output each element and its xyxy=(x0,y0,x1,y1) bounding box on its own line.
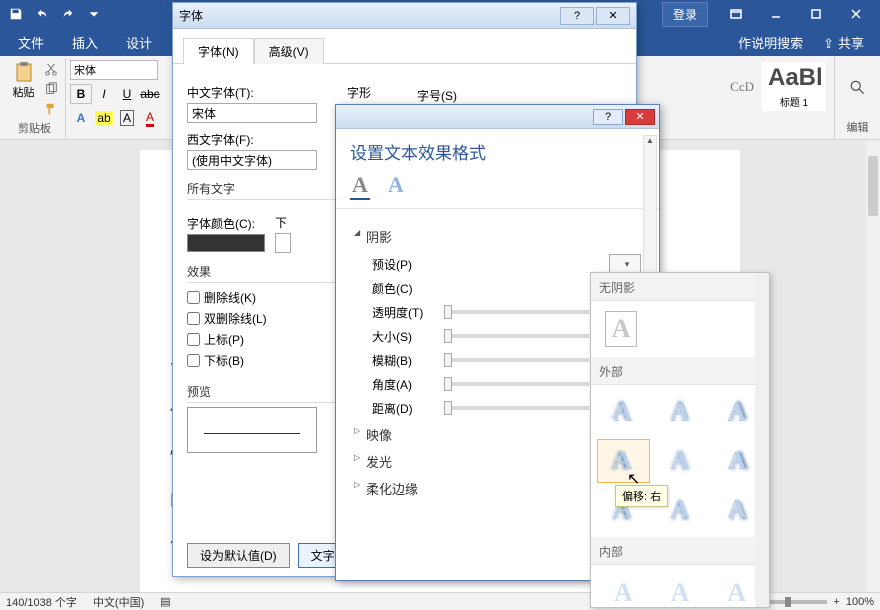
save-button[interactable] xyxy=(4,3,28,25)
close-button[interactable] xyxy=(836,0,876,28)
vertical-scrollbar[interactable] xyxy=(866,140,880,592)
blur-label: 模糊(B) xyxy=(372,352,436,369)
shadow-preset-picker[interactable] xyxy=(609,254,641,274)
share-button[interactable]: ⇪共享 xyxy=(823,33,864,52)
font-color-button[interactable]: A xyxy=(139,108,161,128)
minimize-button[interactable] xyxy=(756,0,796,28)
size-label: 大小(S) xyxy=(372,328,436,345)
transparency-slider[interactable] xyxy=(444,310,589,314)
slider-knob[interactable] xyxy=(444,377,452,391)
style-preview-small: CcD xyxy=(730,79,754,95)
slider-knob[interactable] xyxy=(444,329,452,343)
strikethrough-button[interactable]: abc xyxy=(139,84,161,104)
tef-close-button[interactable]: ✕ xyxy=(625,109,655,125)
tef-shadow-section[interactable]: 阴影 xyxy=(354,227,641,246)
copy-button[interactable] xyxy=(41,80,61,98)
advanced-tab[interactable]: 高级(V) xyxy=(254,38,324,64)
font-dialog-titlebar[interactable]: 字体 ? ✕ xyxy=(173,3,636,29)
font-tab[interactable]: 字体(N) xyxy=(183,38,254,64)
underline-style-label: 下 xyxy=(275,214,291,231)
find-button[interactable] xyxy=(847,78,869,98)
preset-outer-2[interactable]: A xyxy=(654,391,707,435)
paste-button[interactable]: 粘贴 xyxy=(8,60,39,100)
scroll-up-button[interactable]: ▲ xyxy=(644,136,656,148)
outer-shadow-header: 外部 xyxy=(591,357,769,385)
set-default-button[interactable]: 设为默认值(D) xyxy=(187,543,290,568)
preset-inner-1[interactable]: A xyxy=(597,571,650,608)
redo-button[interactable] xyxy=(56,3,80,25)
italic-button[interactable]: I xyxy=(93,84,115,104)
tef-mode-fill-outline[interactable]: A xyxy=(350,172,370,200)
inner-shadow-header: 内部 xyxy=(591,537,769,565)
preset-inner-2[interactable]: A xyxy=(654,571,707,608)
tef-titlebar[interactable]: ? ✕ xyxy=(336,105,659,129)
zoom-in-button[interactable]: + xyxy=(833,596,839,608)
preset-no-shadow[interactable]: A xyxy=(597,307,645,351)
slider-knob[interactable] xyxy=(444,401,452,415)
tell-me-search[interactable]: 作说明搜索 xyxy=(738,33,803,52)
login-button[interactable]: 登录 xyxy=(662,2,708,27)
slider-knob[interactable] xyxy=(444,353,452,367)
format-painter-button[interactable] xyxy=(41,100,61,118)
tab-design[interactable]: 设计 xyxy=(112,27,166,58)
font-size-label: 字号(S) xyxy=(417,87,457,104)
slider-knob[interactable] xyxy=(444,305,452,319)
zoom-handle[interactable] xyxy=(785,597,791,607)
font-color-picker[interactable] xyxy=(187,234,265,252)
preset-tooltip: 偏移: 右 xyxy=(615,485,668,507)
ribbon-display-options-button[interactable] xyxy=(716,0,756,28)
flyout-scrollbar[interactable] xyxy=(755,273,769,607)
no-shadow-header: 无阴影 xyxy=(591,273,769,301)
font-name-combo[interactable] xyxy=(70,60,158,80)
font-preview-box xyxy=(187,407,317,453)
color-label: 颜色(C) xyxy=(372,280,436,297)
edit-group-label: 编辑 xyxy=(839,117,876,137)
tab-file[interactable]: 文件 xyxy=(4,27,58,58)
qat-customize-button[interactable] xyxy=(82,3,106,25)
page-count-status[interactable]: 140/1038 个字 xyxy=(6,594,77,610)
cn-font-label: 中文字体(T): xyxy=(187,84,317,101)
clipboard-group-label: 剪贴板 xyxy=(8,118,61,138)
distance-label: 距离(D) xyxy=(372,400,436,417)
bold-button[interactable]: B xyxy=(70,84,92,104)
charshading-button[interactable]: A xyxy=(116,108,138,128)
transparency-label: 透明度(T) xyxy=(372,304,436,321)
tab-insert[interactable]: 插入 xyxy=(58,27,112,58)
preset-outer-4[interactable]: A xyxy=(597,439,650,483)
angle-slider[interactable] xyxy=(444,382,589,386)
zoom-level[interactable]: 100% xyxy=(846,596,874,608)
preset-label: 预设(P) xyxy=(372,256,436,273)
track-changes-icon[interactable]: ▤ xyxy=(160,595,170,608)
tef-mode-text-effects[interactable]: A xyxy=(388,172,404,200)
highlight-button[interactable]: ab xyxy=(93,108,115,128)
undo-button[interactable] xyxy=(30,3,54,25)
font-dialog-title: 字体 xyxy=(179,7,203,24)
size-slider[interactable] xyxy=(444,334,589,338)
text-effect-button[interactable]: A xyxy=(70,108,92,128)
style-heading1-preview[interactable]: AaBl 标题 1 xyxy=(762,62,826,111)
preset-outer-1[interactable]: A xyxy=(597,391,650,435)
dialog-help-button[interactable]: ? xyxy=(560,7,594,25)
angle-label: 角度(A) xyxy=(372,376,436,393)
we-font-input[interactable] xyxy=(187,150,317,170)
scrollbar-thumb[interactable] xyxy=(868,156,878,216)
language-status[interactable]: 中文(中国) xyxy=(93,594,144,610)
cut-button[interactable] xyxy=(41,60,61,78)
tef-header: 设置文本效果格式 xyxy=(336,129,659,168)
underline-style-select[interactable] xyxy=(275,233,291,253)
maximize-button[interactable] xyxy=(796,0,836,28)
cn-font-input[interactable] xyxy=(187,103,317,123)
we-font-label: 西文字体(F): xyxy=(187,131,317,148)
shadow-preset-flyout: 无阴影 A 外部 A A A A A A A A A 内部 A A A ↖ 偏移… xyxy=(590,272,770,608)
tef-help-button[interactable]: ? xyxy=(593,109,623,125)
paste-label: 粘贴 xyxy=(13,84,35,100)
distance-slider[interactable] xyxy=(444,406,589,410)
preset-outer-5[interactable]: A xyxy=(654,439,707,483)
blur-slider[interactable] xyxy=(444,358,589,362)
underline-button[interactable]: U xyxy=(116,84,138,104)
dialog-close-button[interactable]: ✕ xyxy=(596,7,630,25)
font-color-label: 字体颜色(C): xyxy=(187,215,265,232)
